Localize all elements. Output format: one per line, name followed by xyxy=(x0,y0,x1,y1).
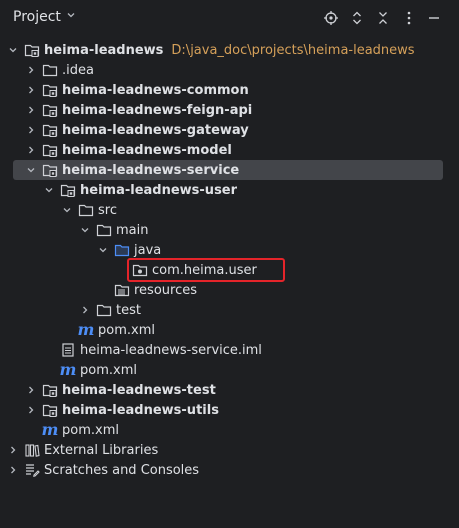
tree-item-label: heima-leadnews-common xyxy=(62,82,249,98)
chevron-down-icon[interactable] xyxy=(42,180,56,200)
module-folder-icon xyxy=(42,142,58,158)
tree-item-label: External Libraries xyxy=(44,442,159,458)
chevron-right-icon[interactable] xyxy=(6,460,20,480)
resources-folder-icon xyxy=(114,282,130,298)
folder-icon xyxy=(42,62,58,78)
tree-item[interactable]: heima-leadnews-user xyxy=(0,180,459,200)
chevron-right-icon[interactable] xyxy=(24,380,38,400)
tree-item[interactable]: heima-leadnews-test xyxy=(0,380,459,400)
tree-item[interactable]: .idea xyxy=(0,60,459,80)
chevron-down-icon[interactable] xyxy=(78,220,92,240)
tree-item-label: heima-leadnews-user xyxy=(80,182,238,198)
maven-icon: m xyxy=(59,360,77,379)
chevron-right-icon[interactable] xyxy=(24,400,38,420)
chevron-down-icon[interactable] xyxy=(60,200,74,220)
module-folder-icon xyxy=(24,42,40,58)
expand-all-icon[interactable] xyxy=(348,9,366,27)
tree-item[interactable]: heima-leadnews D:\java_doc\projects\heima… xyxy=(0,40,459,60)
project-view-selector[interactable]: Project xyxy=(13,9,77,25)
tree-item[interactable]: m pom.xml xyxy=(0,420,459,440)
tree-item-label: .idea xyxy=(62,62,94,78)
tree-item-label: heima-leadnews-model xyxy=(62,142,232,158)
chevron-right-icon[interactable] xyxy=(24,60,38,80)
chevron-right-icon[interactable] xyxy=(78,300,92,320)
tree-item-label: heima-leadnews-gateway xyxy=(62,122,249,138)
module-folder-icon xyxy=(60,182,76,198)
module-folder-icon xyxy=(42,102,58,118)
chevron-down-icon[interactable] xyxy=(24,160,38,180)
chevron-down-icon[interactable] xyxy=(6,40,20,60)
maven-icon: m xyxy=(41,420,59,439)
tree-item[interactable]: m pom.xml xyxy=(0,360,459,380)
tree-item[interactable]: src xyxy=(0,200,459,220)
tree-item-label: java xyxy=(134,242,162,258)
tree-item-label: heima-leadnews-test xyxy=(62,382,216,398)
tree-item-label: Scratches and Consoles xyxy=(44,462,200,478)
tree-item-label: pom.xml xyxy=(80,362,137,378)
module-folder-icon xyxy=(42,122,58,138)
tree-item[interactable]: m pom.xml xyxy=(0,320,459,340)
libraries-icon xyxy=(24,442,40,458)
tree-item-label: test xyxy=(116,302,141,318)
iml-file-icon xyxy=(60,342,76,358)
tree-item[interactable]: heima-leadnews-feign-api xyxy=(0,100,459,120)
tree-item[interactable]: heima-leadnews-gateway xyxy=(0,120,459,140)
folder-icon xyxy=(96,222,112,238)
tree-item[interactable]: main xyxy=(0,220,459,240)
tree-item-label: main xyxy=(116,222,149,238)
project-panel-header: Project xyxy=(0,0,459,38)
module-folder-icon xyxy=(42,382,58,398)
tree-item-label: resources xyxy=(134,282,198,298)
folder-icon xyxy=(78,202,94,218)
locate-icon[interactable] xyxy=(322,9,340,27)
chevron-right-icon[interactable] xyxy=(24,140,38,160)
annotation-highlight-box xyxy=(127,258,285,282)
project-title: Project xyxy=(13,9,61,25)
chevron-right-icon[interactable] xyxy=(6,440,20,460)
tree-item-label: heima-leadnews-utils xyxy=(62,402,219,418)
maven-icon: m xyxy=(77,320,95,339)
module-folder-icon xyxy=(42,402,58,418)
tree-item[interactable]: heima-leadnews-service.iml xyxy=(0,340,459,360)
tree-item[interactable]: test xyxy=(0,300,459,320)
chevron-down-icon[interactable] xyxy=(96,240,110,260)
minimize-icon[interactable] xyxy=(425,9,443,27)
options-icon[interactable] xyxy=(400,9,418,27)
tree-item[interactable]: heima-leadnews-model xyxy=(0,140,459,160)
tree-item[interactable]: heima-leadnews-utils xyxy=(0,400,459,420)
module-folder-icon xyxy=(42,82,58,98)
source-folder-icon xyxy=(114,242,130,258)
tree-item-label: heima-leadnews-service.iml xyxy=(80,342,262,358)
tree-item-label: pom.xml xyxy=(98,322,155,338)
collapse-all-icon[interactable] xyxy=(374,9,392,27)
scratches-icon xyxy=(24,462,40,478)
tree-item[interactable]: heima-leadnews-common xyxy=(0,80,459,100)
chevron-right-icon[interactable] xyxy=(24,100,38,120)
tree-item[interactable]: heima-leadnews-service xyxy=(13,160,443,180)
chevron-right-icon[interactable] xyxy=(24,120,38,140)
tree-item-label: heima-leadnews-feign-api xyxy=(62,102,253,118)
chevron-down-icon xyxy=(65,9,77,25)
tree-item[interactable]: External Libraries xyxy=(0,440,459,460)
module-folder-icon xyxy=(42,162,58,178)
tree-item[interactable]: java xyxy=(0,240,459,260)
tree-item[interactable]: Scratches and Consoles xyxy=(0,460,459,480)
tree-item-label: heima-leadnews-service xyxy=(62,162,240,178)
tree-item[interactable]: resources xyxy=(0,280,459,300)
tree-item-label: heima-leadnews xyxy=(44,42,164,58)
tree-item-label: pom.xml xyxy=(62,422,119,438)
chevron-right-icon[interactable] xyxy=(24,80,38,100)
folder-icon xyxy=(96,302,112,318)
project-path: D:\java_doc\projects\heima-leadnews xyxy=(171,42,415,58)
tree-item-label: src xyxy=(98,202,117,218)
